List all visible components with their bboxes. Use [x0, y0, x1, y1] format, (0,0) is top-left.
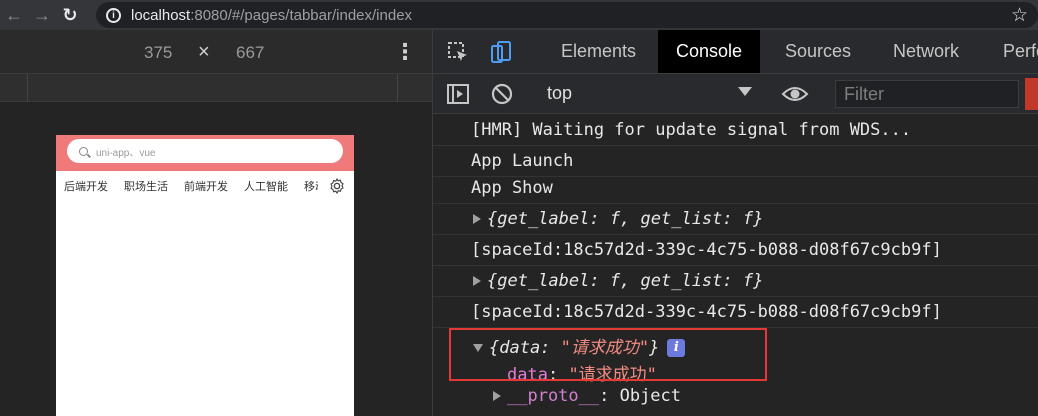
eye-icon[interactable] — [781, 84, 809, 104]
device-height[interactable]: 667 — [236, 43, 264, 63]
console-message[interactable]: {get_label: f, get_list: f} — [433, 204, 1038, 235]
tab-console[interactable]: Console — [658, 30, 761, 73]
console-message: [HMR] Waiting for update signal from WDS… — [433, 115, 1038, 146]
app-header: uni-app、vue — [56, 135, 354, 171]
media-query-ruler — [0, 74, 432, 102]
tab-sources[interactable]: Sources — [785, 30, 851, 73]
clear-console-icon[interactable] — [491, 83, 513, 105]
collapse-arrow-icon[interactable] — [473, 344, 483, 352]
gear-icon[interactable] — [328, 177, 346, 195]
expand-arrow-icon[interactable] — [473, 276, 481, 286]
device-preview-pane: 375 × 667 ⋮ uni-app、vue 后端开发 职场生活 前端开发 人… — [0, 30, 432, 416]
tab-mobile[interactable]: 移动 — [304, 178, 318, 194]
tab-ai[interactable]: 人工智能 — [244, 178, 288, 194]
info-icon[interactable]: i — [106, 7, 121, 23]
expand-arrow-icon[interactable] — [493, 391, 501, 401]
console-toolbar: top Filter — [433, 74, 1038, 114]
tab-network[interactable]: Network — [893, 30, 959, 73]
tab-frontend[interactable]: 前端开发 — [184, 178, 228, 194]
tab-backend[interactable]: 后端开发 — [64, 178, 108, 194]
phone-viewport: uni-app、vue 后端开发 职场生活 前端开发 人工智能 移动 — [56, 135, 354, 416]
tab-performance[interactable]: Perfo — [1003, 30, 1038, 73]
more-options-icon[interactable]: ⋮ — [394, 39, 416, 65]
back-arrow-icon[interactable]: ← — [0, 5, 28, 26]
console-message: [spaceId:18c57d2d-339c-4c75-b088-d08f67c… — [433, 297, 1038, 328]
expand-arrow-icon[interactable] — [473, 214, 481, 224]
browser-toolbar: ← → ↻ i localhost :8080/#/pages/tabbar/i… — [0, 0, 1038, 30]
console-output: [HMR] Waiting for update signal from WDS… — [433, 115, 1038, 416]
console-message: [spaceId:18c57d2d-339c-4c75-b088-d08f67c… — [433, 235, 1038, 266]
search-placeholder: uni-app、vue — [96, 147, 156, 159]
ruler-segment — [28, 74, 398, 102]
console-message: App Show — [433, 173, 1038, 204]
category-tabs: 后端开发 职场生活 前端开发 人工智能 移动 — [56, 171, 354, 201]
console-message[interactable]: {get_label: f, get_list: f} — [433, 266, 1038, 297]
url-host: localhost — [131, 6, 191, 24]
reload-icon[interactable]: ↻ — [56, 5, 84, 26]
address-bar[interactable]: i localhost :8080/#/pages/tabbar/index/i… — [96, 2, 1038, 28]
tab-career[interactable]: 职场生活 — [124, 178, 168, 194]
times-icon: × — [198, 41, 210, 63]
error-badge[interactable] — [1025, 78, 1038, 110]
filter-placeholder: Filter — [844, 84, 884, 104]
filter-input[interactable]: Filter — [835, 80, 1019, 108]
url-path: :8080/#/pages/tabbar/index/index — [190, 6, 413, 24]
sidebar-toggle-icon[interactable] — [447, 84, 469, 104]
search-icon — [79, 146, 88, 156]
tab-elements[interactable]: Elements — [561, 30, 636, 73]
devtools-tabbar: Elements Console Sources Network Perfo — [433, 30, 1038, 74]
context-selector[interactable]: top — [547, 83, 572, 104]
devtools-panel: Elements Console Sources Network Perfo t… — [432, 30, 1038, 416]
device-width[interactable]: 375 — [144, 43, 172, 63]
star-icon[interactable]: ☆ — [1011, 4, 1028, 27]
ruler-segment — [0, 74, 28, 102]
inspect-element-icon[interactable] — [447, 41, 469, 63]
forward-arrow-icon[interactable]: → — [28, 5, 56, 26]
object-prototype[interactable]: __proto__: Object — [433, 381, 1038, 412]
chevron-down-icon[interactable] — [738, 87, 752, 96]
search-bar[interactable]: uni-app、vue — [67, 139, 343, 163]
device-toolbar: 375 × 667 ⋮ — [0, 30, 432, 74]
device-toggle-icon[interactable] — [489, 40, 513, 64]
